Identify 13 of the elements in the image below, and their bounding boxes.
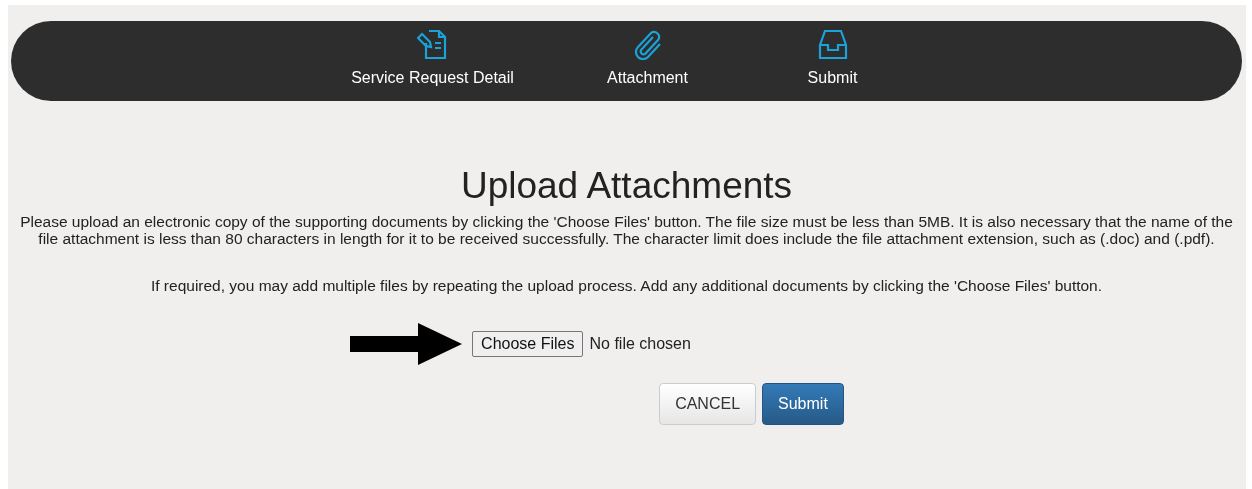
instruction-text: If required, you may add multiple files by repeating the upload process. Add any additional documents by clicking the 'Choose Files' button.: [149, 277, 1104, 294]
step-label[interactable]: Service Request Detail: [351, 69, 514, 87]
choose-files-button[interactable]: Choose Files: [472, 331, 584, 357]
submit-button[interactable]: Submit: [762, 383, 844, 425]
cancel-button[interactable]: CANCEL: [659, 383, 757, 425]
arrow-icon: [350, 323, 463, 365]
instruction-text: Please upload an electronic copy of the supporting documents by clicking the 'Choose Files' button. The file size must be less than 5MB. It is also necessary that the name of the file attachment is less than 80 characters in length for it to be received successfully. The character limit does include the file attachment extension, such as (.doc) and (.pdf).: [19, 213, 1234, 247]
file-status: No file chosen: [589, 335, 691, 353]
step-label[interactable]: Submit: [807, 69, 858, 87]
inbox-tray-icon: [816, 28, 849, 60]
page-heading: Upload Attachments: [459, 165, 794, 207]
document-pencil-icon: [416, 28, 449, 60]
step-label[interactable]: Attachment: [607, 69, 688, 87]
